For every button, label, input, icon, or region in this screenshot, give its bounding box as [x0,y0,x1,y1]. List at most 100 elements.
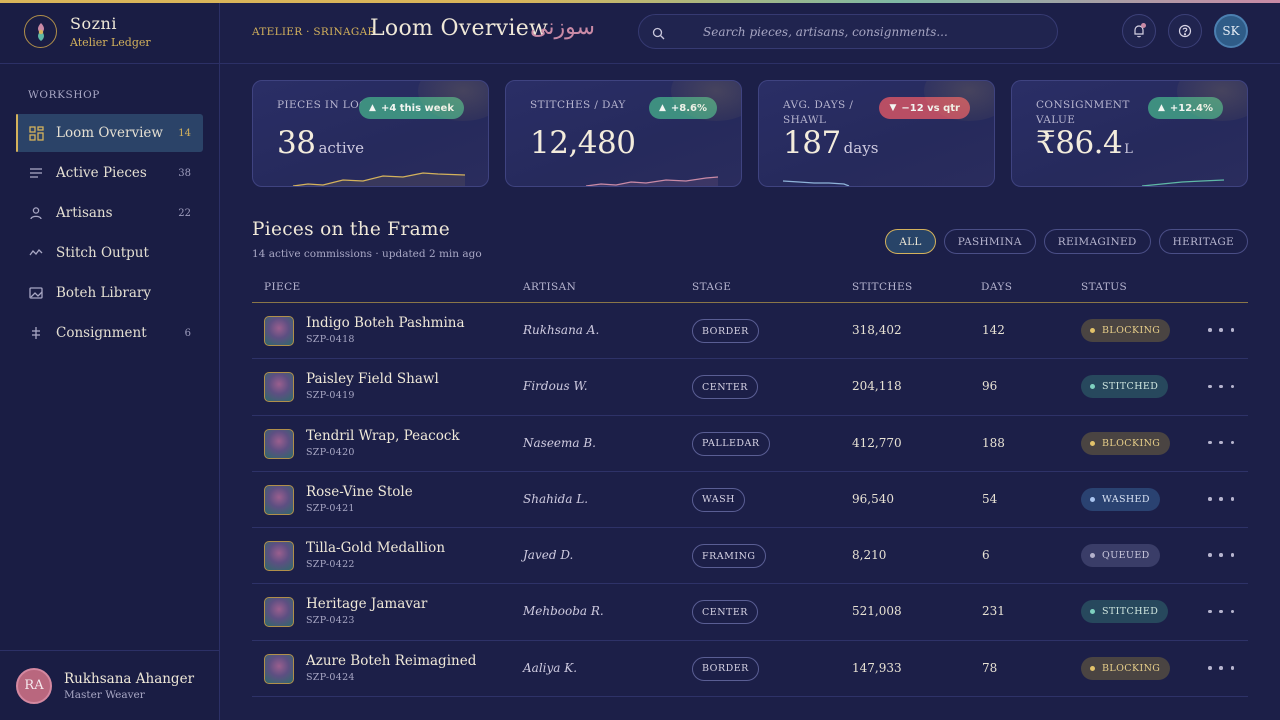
status-badge: BLOCKING [1081,319,1171,342]
trend-badge: ▲ +4 this week [359,97,464,119]
stat-card-avg-days[interactable]: AVG. DAYS / SHAWL ▼ −12 vs qtr 187 days [758,80,995,187]
user-profile[interactable]: RA Rukhsana Ahanger Master Weaver [0,650,219,720]
piece-code: SZP-0419 [306,390,355,402]
notifications-button[interactable] [1122,14,1156,48]
status-dot [1090,328,1095,333]
piece-thumbnail [264,541,294,572]
card-label: CONSIGNMENT VALUE [1036,99,1130,126]
sidebar-item-active-pieces[interactable]: Active Pieces 38 [16,154,203,192]
stage-tag: PALLEDAR [692,431,770,456]
column-header-status[interactable]: STATUS [1081,281,1127,293]
piece-name: Rose-Vine Stole [306,483,413,500]
section-title: Pieces on the Frame [252,219,451,240]
status-dot [1090,553,1095,559]
status-label: STITCHED [1102,381,1159,393]
piece-name: Indigo Boteh Pashmina [306,315,465,331]
sparkline [585,176,719,186]
stage-tag: BORDER [692,656,759,681]
sidebar-item-stitch-output[interactable]: Stitch Output [16,234,203,272]
more-actions-icon[interactable] [1208,492,1234,506]
filter-chip-reimagined[interactable]: REIMAGINED [1043,229,1151,254]
table-row[interactable]: Paisley Field Shawl SZP-0419 Firdous W. … [252,359,1248,416]
days-count: 96 [982,379,998,394]
column-header-stage[interactable]: STAGE [692,281,731,293]
table-header: PIECE ARTISAN STAGE STITCHES DAYS STATUS [252,274,1248,303]
sidebar-item-count: 22 [178,207,191,219]
section-subtitle: 14 active commissions · updated 2 min ag… [252,248,482,260]
filter-chips: ALL PASHMINA REIMAGINED HERITAGE [877,229,1248,254]
arrow-up-icon: ▲ [658,103,666,113]
more-actions-icon[interactable] [1208,661,1234,675]
sidebar-item-count: 14 [178,127,191,139]
arrow-up-icon: ▲ [369,103,376,113]
artisan-name[interactable]: Rukhsana A. [523,323,599,337]
sparkline [292,172,466,186]
status-dot [1090,665,1095,671]
table-row[interactable]: Azure Boteh Reimagined SZP-0424 Aaliya K… [252,641,1248,698]
status-label: BLOCKING [1102,325,1161,336]
table-row[interactable]: Rose-Vine Stole SZP-0421 Shahida L. WASH… [252,472,1248,529]
days-count: 78 [982,660,998,675]
search-bar[interactable] [638,14,1058,49]
more-actions-icon[interactable] [1208,548,1234,562]
card-unit: L [1124,142,1133,157]
sidebar-item-artisans[interactable]: Artisans 22 [16,194,203,232]
help-button[interactable] [1168,14,1202,48]
table-row[interactable]: Tendril Wrap, Peacock SZP-0420 Naseema B… [252,416,1248,472]
stat-card-consignment-value[interactable]: CONSIGNMENT VALUE ▲ +12.4% ₹86.4 L [1011,80,1248,187]
trend-badge: ▲ +8.6% [648,97,717,119]
piece-thumbnail [264,428,294,459]
column-header-stitches[interactable]: STITCHES [852,281,913,293]
more-actions-icon[interactable] [1208,604,1234,618]
table-row[interactable]: Indigo Boteh Pashmina SZP-0418 Rukhsana … [252,303,1248,360]
status-label: BLOCKING [1102,437,1161,449]
sidebar-item-label: Stitch Output [56,245,149,261]
header: ATELIER · SRINAGAR Loom Overview سوزنی S… [220,3,1280,64]
sidebar-item-boteh-library[interactable]: Boteh Library [16,274,203,312]
stitch-count: 96,540 [852,491,894,506]
grid-icon [28,125,44,141]
stitch-count: 521,008 [852,604,902,619]
sidebar-item-consignment[interactable]: Consignment 6 [16,314,203,352]
piece-thumbnail [264,372,294,403]
table-row[interactable]: Tilla-Gold Medallion SZP-0422 Javed D. F… [252,528,1248,585]
stage-tag: FRAMING [692,544,766,569]
avatar: RA [16,667,52,704]
piece-code: SZP-0422 [306,559,355,571]
sidebar-item-loom-overview[interactable]: Loom Overview 14 [16,114,203,152]
days-count: 188 [982,435,1005,450]
search-input[interactable] [703,23,1033,41]
artisan-name[interactable]: Naseema B. [523,436,596,450]
sidebar-item-count: 6 [184,327,191,339]
artisan-name[interactable]: Firdous W. [523,379,588,393]
more-actions-icon[interactable] [1208,436,1234,450]
filter-chip-heritage[interactable]: HERITAGE [1158,229,1248,254]
status-dot [1090,384,1095,390]
stat-card-pieces-in-loom[interactable]: PIECES IN LOOM ▲ +4 this week 38 active [252,80,489,187]
days-count: 54 [982,491,998,506]
status-badge: BLOCKING [1081,656,1171,680]
more-actions-icon[interactable] [1208,379,1234,393]
artisan-name[interactable]: Mehbooba R. [523,604,604,618]
more-actions-icon[interactable] [1208,323,1234,337]
table-row[interactable]: Heritage Jamavar SZP-0423 Mehbooba R. CE… [252,584,1248,641]
artisan-name[interactable]: Shahida L. [523,492,588,506]
artisan-name[interactable]: Javed D. [523,548,573,562]
column-header-days[interactable]: DAYS [981,281,1012,293]
column-header-piece[interactable]: PIECE [264,281,301,293]
artisan-name[interactable]: Aaliya K. [523,661,577,675]
brand[interactable]: Sozni Atelier Ledger [0,0,219,64]
page-title: Loom Overview [370,16,549,41]
filter-chip-pashmina[interactable]: PASHMINA [943,229,1036,254]
stat-card-stitches-per-day[interactable]: STITCHES / DAY ▲ +8.6% 12,480 [505,80,742,187]
filter-chip-all[interactable]: ALL [885,229,936,254]
breadcrumb[interactable]: ATELIER · SRINAGAR [252,26,376,38]
days-count: 142 [982,323,1005,337]
brand-subtitle: Atelier Ledger [70,36,151,49]
account-avatar[interactable]: SK [1214,14,1248,48]
piece-name: Azure Boteh Reimagined [306,652,477,669]
stage-tag: WASH [692,487,745,512]
piece-code: SZP-0424 [306,671,355,683]
piece-name: Paisley Field Shawl [306,371,439,388]
column-header-artisan[interactable]: ARTISAN [523,281,576,293]
